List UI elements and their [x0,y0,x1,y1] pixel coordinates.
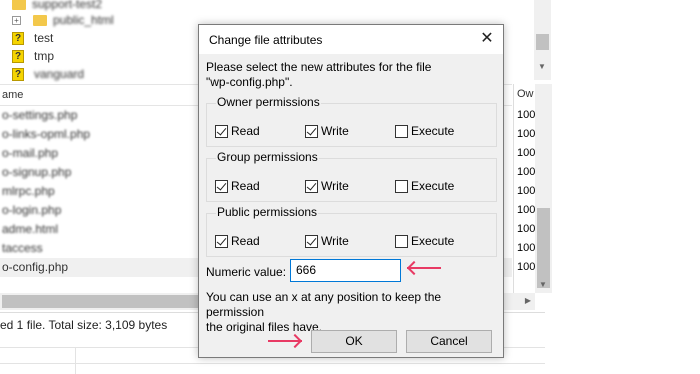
group-label: Public permissions [216,205,319,219]
unknown-folder-icon: ? [12,31,24,45]
tree-item-public-html[interactable]: + public_html [12,11,114,29]
owner-read-checkbox[interactable]: Read [215,124,260,138]
scrollbar-thumb[interactable] [536,34,549,50]
dialog-title-bar[interactable]: Change file attributes ✕ [199,25,503,54]
group-label: Group permissions [216,150,319,164]
checkbox-unchecked-icon[interactable] [395,124,408,138]
numeric-value-input[interactable]: 666 [290,259,401,282]
dialog-title: Change file attributes [209,33,323,47]
public-permissions-group: Public permissions Read Write Execute [206,205,497,257]
checkbox-unchecked-icon[interactable] [395,234,408,248]
scroll-down-icon[interactable]: ▼ [538,62,546,71]
scroll-down-icon[interactable]: ▼ [539,280,547,289]
public-write-checkbox[interactable]: Write [305,234,349,248]
left-arrow-annotation-icon [406,260,442,276]
owner-permissions-group: Owner permissions Read Write Execute [206,95,497,147]
numeric-value-label: Numeric value: [206,265,287,279]
unknown-folder-icon: ? [12,49,24,63]
cancel-button[interactable]: Cancel [406,330,492,353]
checkbox-checked-icon[interactable] [305,234,318,248]
checkbox-checked-icon[interactable] [305,124,318,138]
group-write-checkbox[interactable]: Write [305,179,349,193]
public-read-checkbox[interactable]: Read [215,234,260,248]
group-read-checkbox[interactable]: Read [215,179,260,193]
checkbox-checked-icon[interactable] [305,179,318,193]
permission-hint: You can use an x at any position to keep… [206,290,442,334]
group-execute-checkbox[interactable]: Execute [395,179,454,193]
change-file-attributes-dialog: Change file attributes ✕ Please select t… [198,24,504,358]
owner-column: Ow 100 100 100 100 100 100 100 100 100 [513,84,535,294]
tree-item-test[interactable]: ? test [12,29,53,47]
checkbox-checked-icon[interactable] [215,179,228,193]
scroll-right-icon[interactable]: ▶ [525,296,531,305]
owner-execute-checkbox[interactable]: Execute [395,124,454,138]
owner-column-header[interactable]: Ow [514,84,535,106]
folder-icon [33,14,47,26]
group-label: Owner permissions [216,95,321,109]
ok-button[interactable]: OK [311,330,397,353]
owner-write-checkbox[interactable]: Write [305,124,349,138]
checkbox-checked-icon[interactable] [215,234,228,248]
expand-icon[interactable]: + [12,15,21,25]
checkbox-unchecked-icon[interactable] [395,179,408,193]
tree-item-vanguard[interactable]: ? vanguard [12,65,84,83]
file-list-scrollbar[interactable]: ▼ [535,84,552,293]
tree-scrollbar[interactable]: ▼ [534,0,551,80]
dialog-prompt: Please select the new attributes for the… [206,60,432,89]
tree-item-tmp[interactable]: ? tmp [12,47,54,65]
scrollbar-thumb[interactable] [537,208,550,288]
folder-icon [12,0,26,10]
checkbox-checked-icon[interactable] [215,124,228,138]
unknown-folder-icon: ? [12,67,24,81]
group-permissions-group: Group permissions Read Write Execute [206,150,497,202]
public-execute-checkbox[interactable]: Execute [395,234,454,248]
close-icon[interactable]: ✕ [479,31,495,47]
right-arrow-annotation-icon [268,333,304,349]
